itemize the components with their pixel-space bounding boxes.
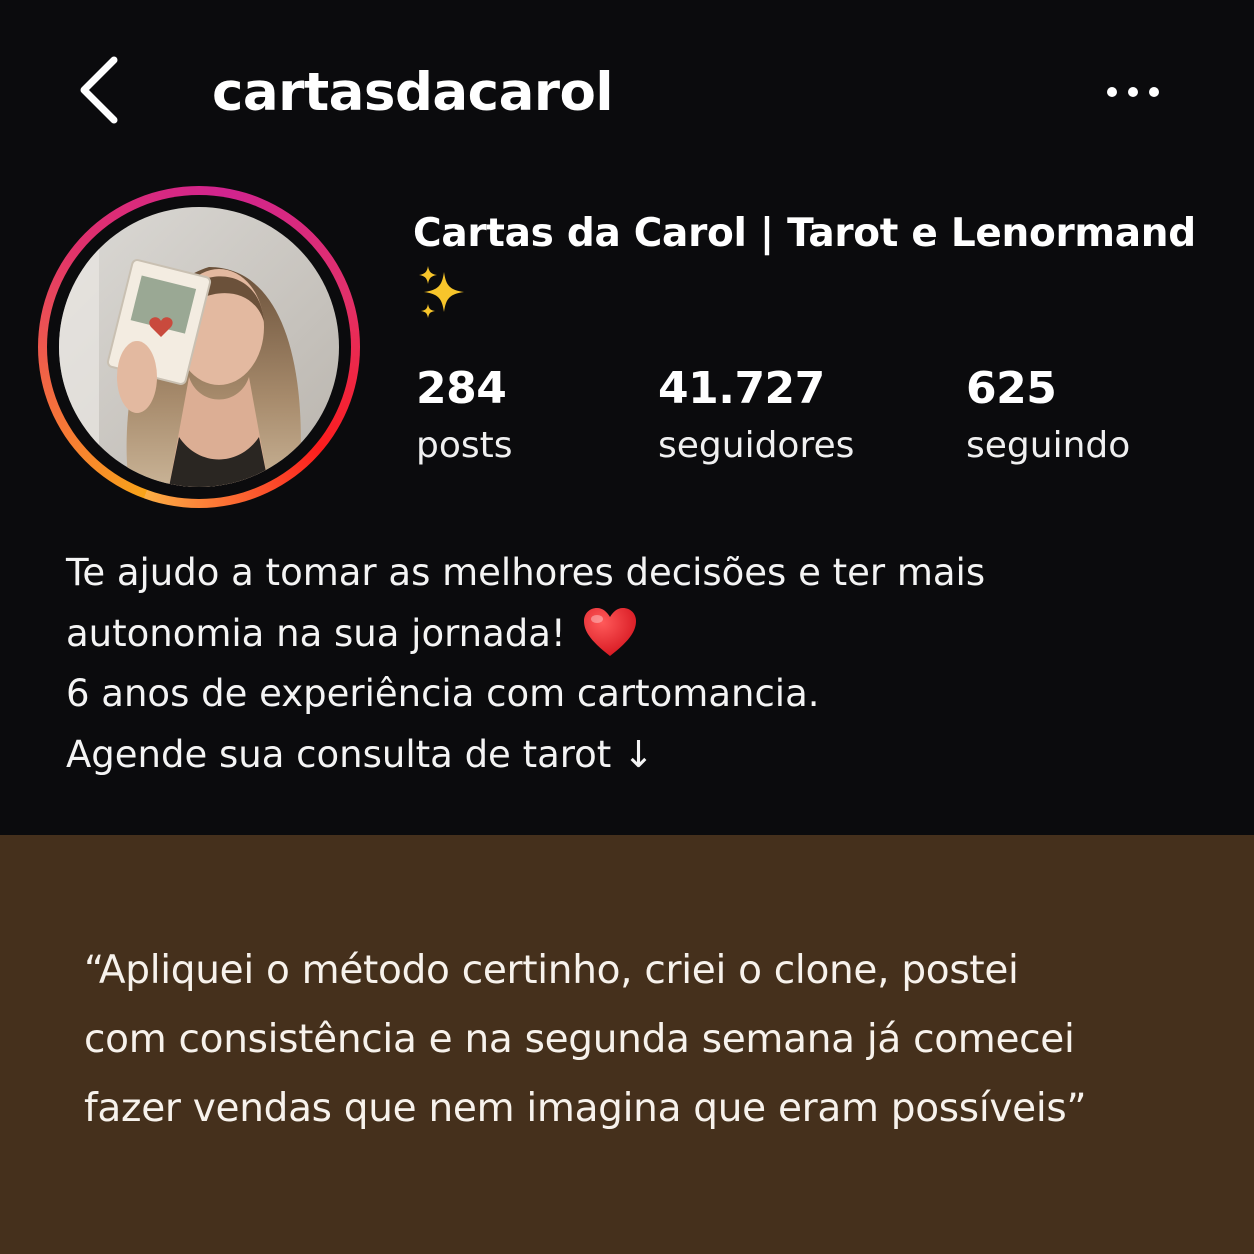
profile-bio: Te ajudo a tomar as melhores decisões e … [66, 543, 1186, 785]
profile-display-name: Cartas da Carol | Tarot e Lenormand [413, 211, 1196, 256]
quote-line: fazer vendas que nem imagina que eram po… [84, 1086, 1087, 1131]
sparkles-icon [419, 266, 464, 318]
more-options-button[interactable] [1098, 70, 1168, 114]
bio-line: Te ajudo a tomar as melhores decisões e … [66, 551, 986, 594]
profile-panel: cartasdacarol Cartas da Carol | Tarot e … [0, 0, 1254, 835]
stat-following[interactable]: 625 seguindo [966, 360, 1130, 474]
quote-line: “Apliquei o método certinho, criei o clo… [84, 948, 1019, 993]
back-button[interactable] [70, 52, 130, 128]
stat-label: seguidores [658, 425, 855, 466]
chevron-left-icon [80, 56, 118, 124]
more-horizontal-icon [1107, 87, 1159, 97]
bio-line-text: autonomia na sua jornada! [66, 611, 566, 655]
bio-line: Agende sua consulta de tarot ↓ [66, 732, 655, 776]
stat-value: 625 [966, 363, 1057, 414]
testimonial-quote: “Apliquei o método certinho, criei o clo… [84, 936, 1204, 1143]
stat-followers[interactable]: 41.727 seguidores [658, 360, 854, 474]
stat-label: seguindo [966, 425, 1131, 466]
red-heart-icon [583, 607, 636, 656]
stat-label: posts [416, 425, 513, 466]
avatar-photo [59, 207, 339, 487]
bio-line: 6 anos de experiência com cartomancia. [66, 672, 820, 715]
avatar[interactable] [59, 207, 339, 487]
bio-line: autonomia na sua jornada! [66, 604, 1186, 665]
stat-value: 284 [416, 363, 507, 414]
quote-line: com consistência e na segunda semana já … [84, 1017, 1075, 1062]
profile-username: cartasdacarol [212, 62, 614, 123]
stat-posts[interactable]: 284 posts [416, 360, 513, 474]
stat-value: 41.727 [658, 363, 825, 414]
